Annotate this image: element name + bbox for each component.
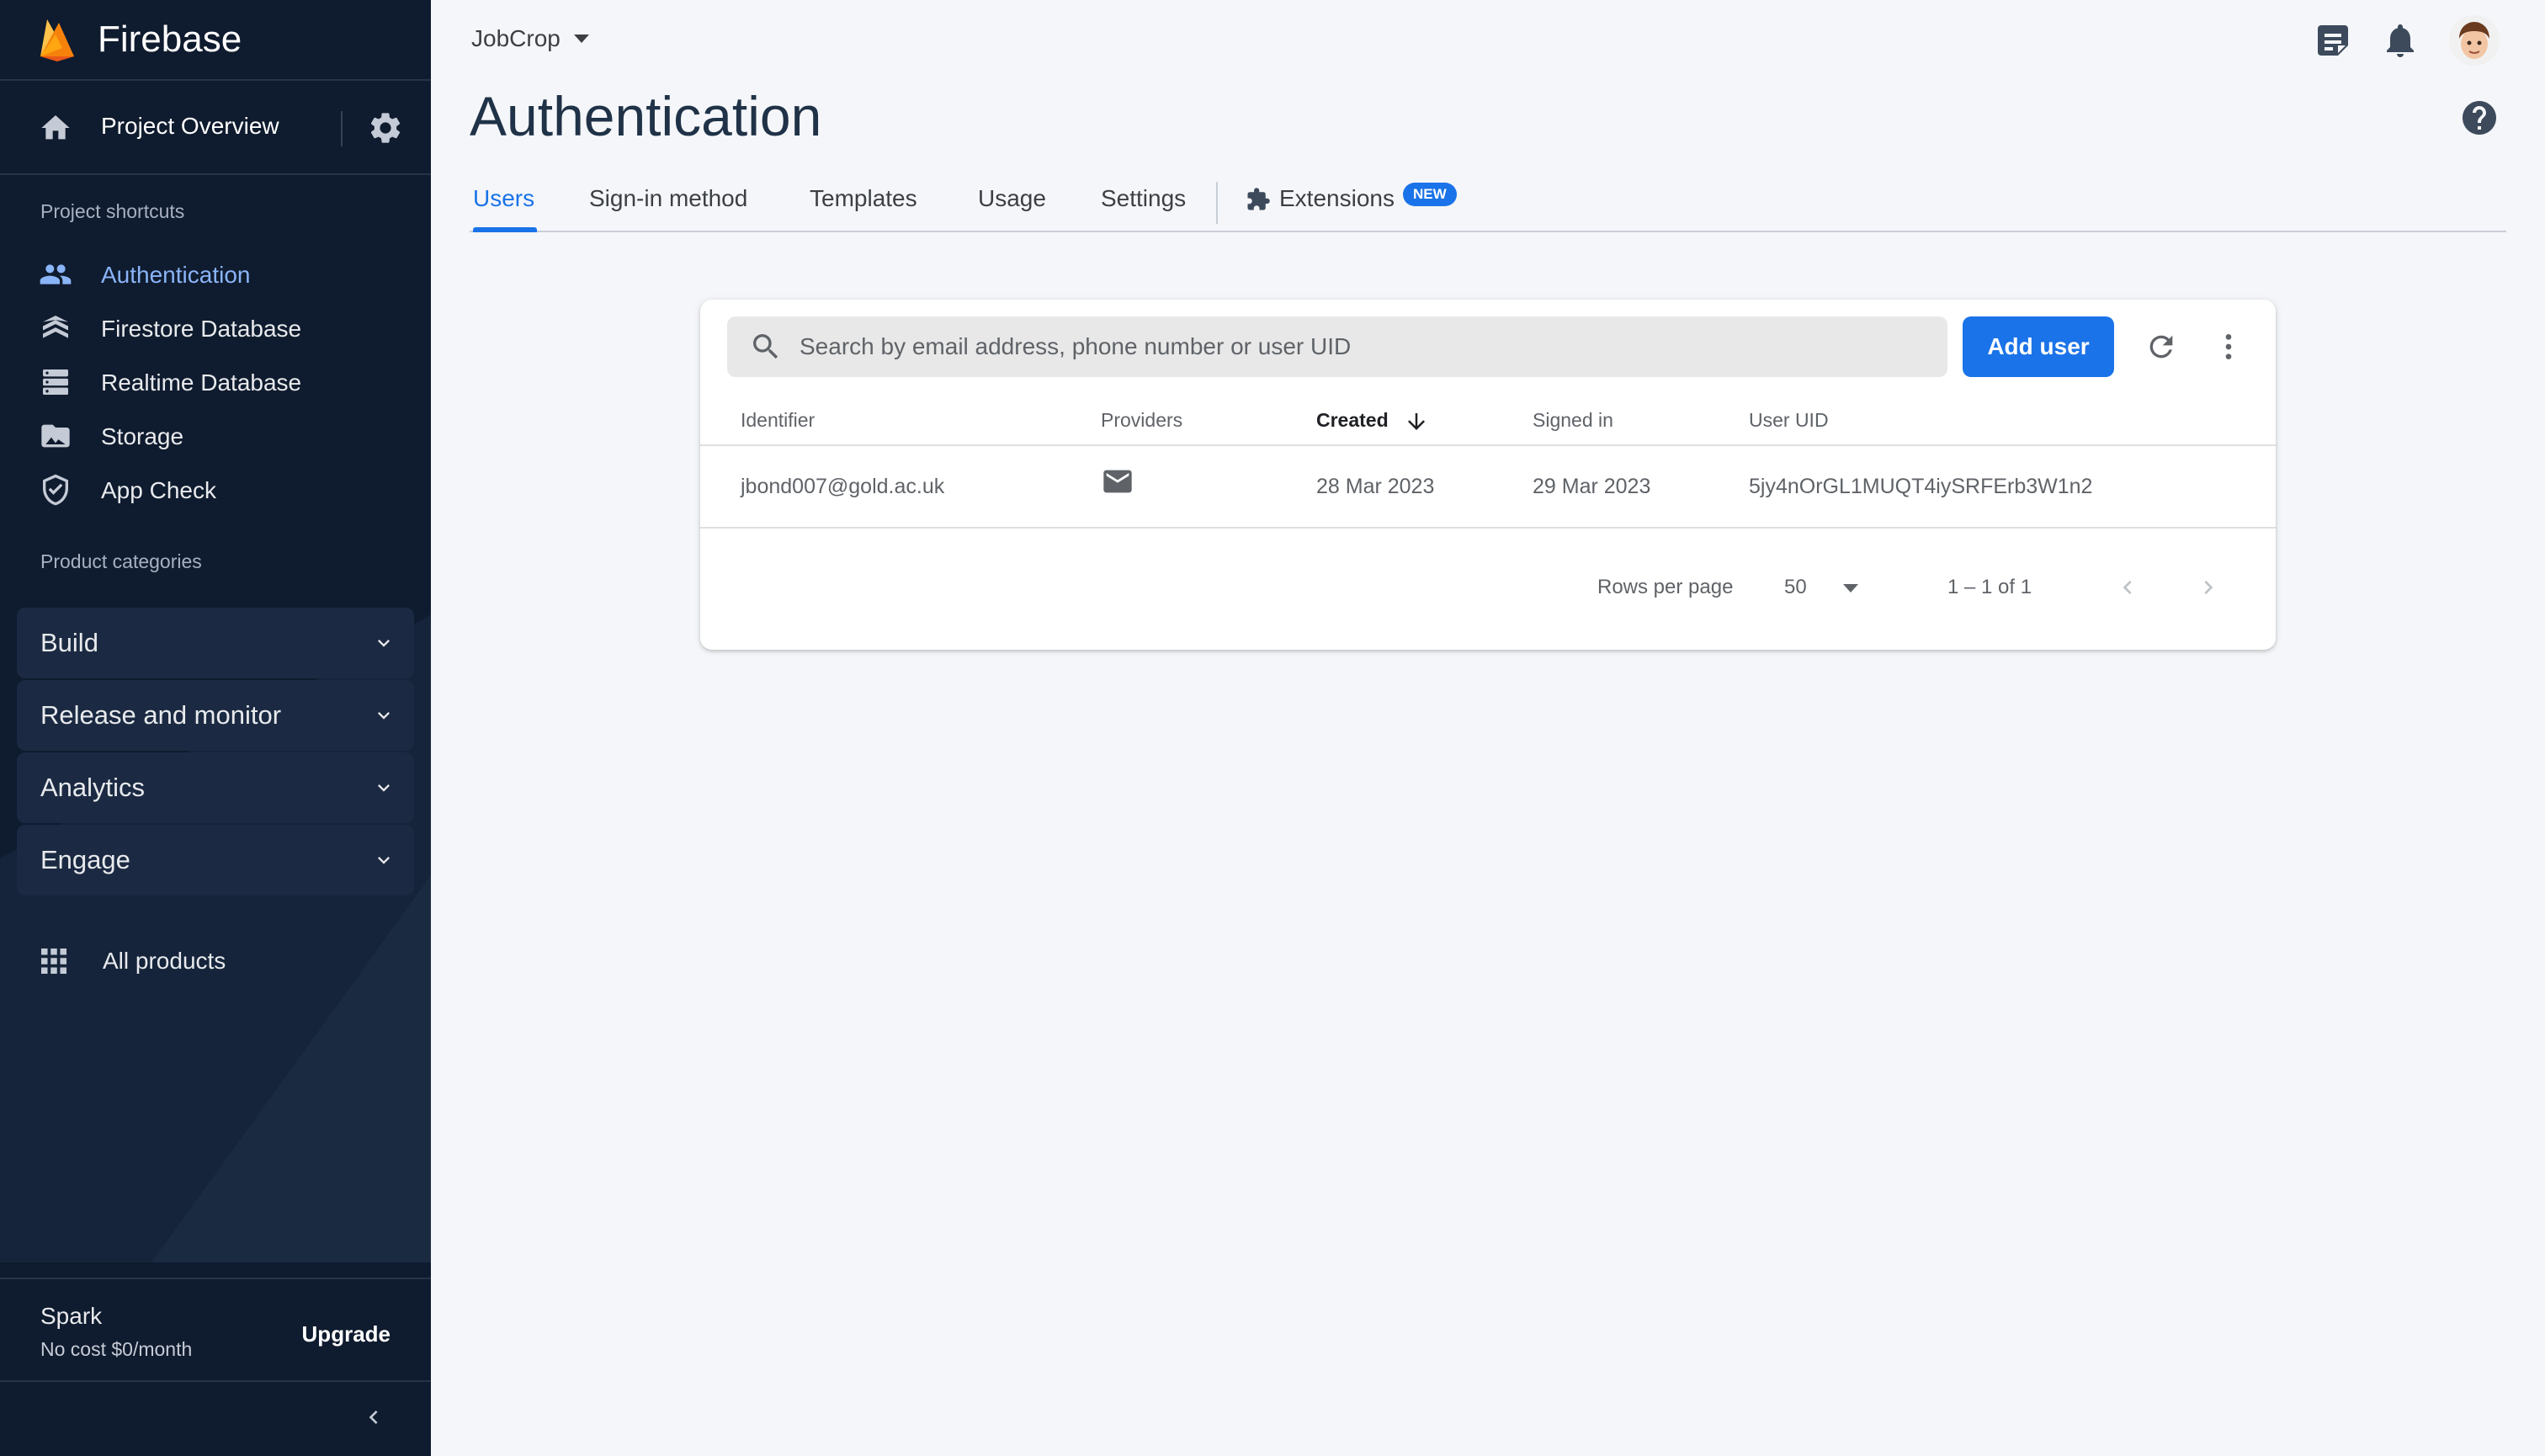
dropdown-caret-icon bbox=[573, 35, 589, 43]
plan-description: No cost $0/month bbox=[40, 1338, 193, 1360]
database-icon bbox=[43, 369, 68, 395]
tab-bar: Users Sign-in method Templates Usage Set… bbox=[470, 168, 2506, 232]
cell-created: 28 Mar 2023 bbox=[1316, 475, 1435, 498]
people-icon bbox=[40, 264, 72, 284]
settings-gear-icon[interactable] bbox=[367, 109, 404, 146]
categories-heading: Product categories bbox=[40, 550, 202, 572]
tab-templates[interactable]: Templates bbox=[810, 185, 917, 232]
rows-per-page-label: Rows per page bbox=[1597, 576, 1734, 598]
shield-check-icon bbox=[43, 474, 68, 506]
page-range: 1 – 1 of 1 bbox=[1947, 576, 2032, 598]
cell-user-uid: 5jy4nOrGL1MUQT4iySRFErb3W1n2 bbox=[1749, 475, 2093, 498]
category-label: Engage bbox=[40, 845, 130, 874]
sort-arrow-down-icon[interactable] bbox=[1404, 409, 1429, 434]
help-icon[interactable] bbox=[2459, 98, 2500, 138]
sidebar-item-storage[interactable]: Storage bbox=[0, 412, 431, 460]
shortcuts-heading: Project shortcuts bbox=[40, 200, 185, 222]
collapse-sidebar-icon[interactable] bbox=[360, 1404, 387, 1431]
plan-panel: Spark No cost $0/month Upgrade bbox=[0, 1278, 431, 1382]
column-header-user-uid[interactable]: User UID bbox=[1749, 409, 1829, 432]
firestore-icon bbox=[43, 316, 68, 338]
column-header-signed-in[interactable]: Signed in bbox=[1533, 409, 1613, 432]
user-avatar[interactable] bbox=[2449, 15, 2500, 66]
category-label: Build bbox=[40, 628, 98, 657]
category-analytics[interactable]: Analytics bbox=[17, 752, 414, 823]
tab-users[interactable]: Users bbox=[473, 185, 534, 232]
sidebar-item-label: Storage bbox=[101, 423, 184, 449]
sidebar-item-label: App Check bbox=[101, 477, 216, 503]
chevron-down-icon bbox=[378, 857, 390, 864]
project-name: JobCrop bbox=[471, 25, 561, 51]
table-row[interactable]: jbond007@gold.ac.uk 28 Mar 2023 29 Mar 2… bbox=[700, 446, 2276, 529]
release-notes-icon[interactable] bbox=[2313, 20, 2353, 61]
sidebar-item-label: Authentication bbox=[101, 262, 251, 288]
category-label: Release and monitor bbox=[40, 700, 282, 730]
upgrade-button[interactable]: Upgrade bbox=[302, 1321, 391, 1347]
apps-grid-icon bbox=[41, 949, 66, 974]
search-bar bbox=[727, 316, 1947, 377]
divider bbox=[341, 111, 343, 146]
category-release-and-monitor[interactable]: Release and monitor bbox=[17, 680, 414, 751]
sidebar-header[interactable]: Firebase bbox=[0, 0, 431, 81]
table-header: Identifier Providers Created Signed in U… bbox=[700, 399, 2276, 446]
plan-name: Spark bbox=[40, 1303, 103, 1329]
all-products-label: All products bbox=[103, 948, 226, 974]
cell-identifier: jbond007@gold.ac.uk bbox=[741, 475, 945, 498]
more-vert-icon[interactable] bbox=[2212, 330, 2245, 364]
page-title: Authentication bbox=[470, 85, 822, 147]
category-engage[interactable]: Engage bbox=[17, 825, 414, 895]
column-header-providers[interactable]: Providers bbox=[1101, 409, 1182, 432]
dropdown-caret-icon[interactable] bbox=[1841, 582, 1860, 594]
sidebar: Firebase Project Overview Project shortc… bbox=[0, 0, 431, 1456]
category-build[interactable]: Build bbox=[17, 608, 414, 678]
notifications-bell-icon[interactable] bbox=[2380, 20, 2420, 61]
tab-usage[interactable]: Usage bbox=[978, 185, 1046, 232]
cell-signed-in: 29 Mar 2023 bbox=[1533, 475, 1651, 498]
sidebar-item-label: Realtime Database bbox=[101, 369, 302, 396]
sidebar-item-label: Firestore Database bbox=[101, 316, 302, 342]
next-page-icon[interactable] bbox=[2195, 574, 2222, 601]
sidebar-item-firestore[interactable]: Firestore Database bbox=[0, 305, 431, 352]
tab-extensions[interactable]: Extensions NEW bbox=[1246, 183, 1457, 232]
category-label: Analytics bbox=[40, 773, 146, 802]
sidebar-item-authentication[interactable]: Authentication bbox=[0, 251, 431, 298]
previous-page-icon[interactable] bbox=[2114, 574, 2141, 601]
email-icon bbox=[1103, 470, 1132, 493]
sidebar-item-realtime-database[interactable]: Realtime Database bbox=[0, 359, 431, 406]
extension-puzzle-icon bbox=[1247, 188, 1270, 210]
active-tab-indicator bbox=[473, 227, 537, 232]
search-input[interactable] bbox=[800, 316, 1927, 377]
project-overview-link[interactable]: Project Overview bbox=[101, 113, 279, 140]
chevron-down-icon bbox=[378, 640, 390, 647]
firebase-logo-icon bbox=[40, 19, 74, 61]
new-badge: NEW bbox=[1402, 183, 1457, 206]
chevron-down-icon bbox=[378, 784, 390, 792]
brand-name: Firebase bbox=[98, 19, 242, 60]
add-user-button[interactable]: Add user bbox=[1963, 316, 2114, 377]
image-icon bbox=[41, 424, 70, 448]
search-icon bbox=[753, 334, 778, 359]
all-products-link[interactable]: All products bbox=[0, 936, 431, 983]
tab-label: Extensions bbox=[1279, 185, 1395, 211]
column-header-created[interactable]: Created bbox=[1316, 409, 1389, 432]
project-overview-row: Project Overview bbox=[0, 81, 431, 175]
project-selector[interactable]: JobCrop bbox=[471, 25, 591, 52]
tab-divider bbox=[1216, 182, 1218, 224]
tab-sign-in-method[interactable]: Sign-in method bbox=[589, 185, 747, 232]
home-icon bbox=[41, 115, 70, 140]
sidebar-item-app-check[interactable]: App Check bbox=[0, 466, 431, 513]
refresh-icon[interactable] bbox=[2144, 330, 2178, 364]
chevron-down-icon bbox=[378, 712, 390, 720]
top-bar: JobCrop bbox=[431, 0, 2545, 81]
column-header-identifier[interactable]: Identifier bbox=[741, 409, 815, 432]
users-card: Add user Identifier Providers Created Si… bbox=[700, 300, 2276, 650]
avatar-face-icon bbox=[2449, 15, 2500, 66]
rows-per-page-select[interactable]: 50 bbox=[1784, 576, 1807, 599]
pagination: Rows per page 50 1 – 1 of 1 bbox=[700, 529, 2276, 650]
tab-settings[interactable]: Settings bbox=[1101, 185, 1186, 232]
